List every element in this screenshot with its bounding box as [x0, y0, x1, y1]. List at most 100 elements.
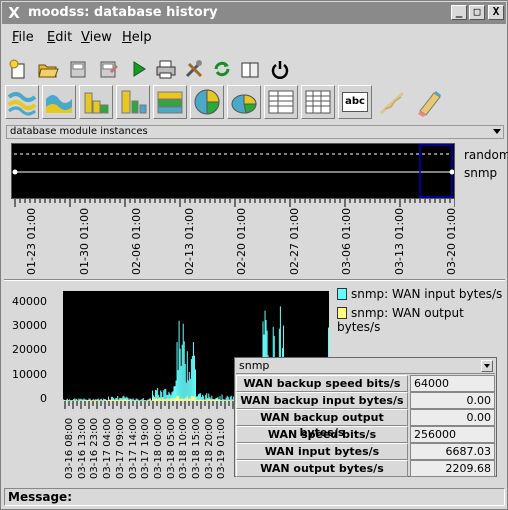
instance-label-random: random [464, 148, 508, 162]
x-tick-label: 03-19 01:00 [216, 417, 228, 479]
input-bar [168, 391, 170, 401]
y-tick-label: 20000 [12, 343, 47, 357]
input-bar [193, 355, 195, 401]
free-text-label: abc [342, 92, 368, 112]
power-icon[interactable] [267, 56, 293, 82]
play-icon[interactable] [125, 56, 151, 82]
x-tick-label: 03-16 23:00 [89, 417, 101, 479]
close-button[interactable]: X [488, 5, 504, 20]
main-window: X moodss: database history _ □ X File Ed… [0, 0, 508, 510]
eraser-icon[interactable] [412, 85, 446, 119]
stacked-bar-icon[interactable] [116, 85, 150, 119]
table-icon[interactable] [264, 85, 298, 119]
menu-help[interactable]: Help [122, 30, 152, 45]
table-row-name: WAN input bytes/s [236, 443, 408, 460]
x-tick-label: 03-18 10:00 [178, 417, 190, 479]
menu-edit[interactable]: Edit [47, 30, 72, 45]
y-tick-label: 10000 [12, 367, 47, 381]
status-bar: Message: [4, 488, 505, 506]
overlap-bar-icon[interactable] [153, 85, 187, 119]
legend-input-swatch [337, 288, 347, 300]
table-row-value: 256000 [410, 426, 495, 443]
table-row[interactable]: WAN backup input bytes/s 0.00 [236, 392, 495, 409]
y-tick-label: 30000 [12, 319, 47, 333]
instances-timeline[interactable] [11, 143, 455, 199]
table-row-value: 0.00 [410, 409, 495, 426]
open-icon[interactable] [35, 56, 61, 82]
tools-icon[interactable] [181, 56, 207, 82]
input-bar [189, 378, 191, 401]
save-icon[interactable] [65, 56, 91, 82]
minimize-button[interactable]: _ [451, 5, 467, 20]
input-bar [188, 372, 190, 401]
input-bar [191, 355, 193, 401]
table-row-value: 6687.03 [410, 443, 495, 460]
table-header[interactable]: snmp [236, 359, 495, 374]
new-icon[interactable] [5, 56, 31, 82]
snmp-start-dot [12, 169, 18, 175]
main-toolbar [5, 56, 305, 82]
x-tick-label: 03-16 08:00 [64, 417, 75, 479]
timeline-tick-label: 03-13 01:00 [392, 207, 406, 275]
input-bar [187, 380, 189, 401]
bar-chart-icon[interactable] [79, 85, 113, 119]
free-text-icon[interactable]: abc [338, 85, 372, 119]
selection-range [419, 144, 453, 198]
input-bar [192, 341, 194, 401]
module-instances-label: database module instances [10, 126, 148, 137]
table-row-name: WAN backup speed bits/s [236, 375, 408, 392]
input-bar [179, 348, 181, 401]
x-tick-label: 03-18 20:00 [203, 417, 215, 479]
viewer-toolbar: abc [5, 85, 465, 121]
table-row[interactable]: WAN output bytes/s 2209.68 [236, 460, 495, 477]
graph-icon[interactable] [5, 85, 39, 119]
print-icon[interactable] [153, 56, 179, 82]
pie-chart-icon[interactable] [190, 85, 224, 119]
chevron-down-icon[interactable] [493, 129, 501, 134]
save-as-icon[interactable] [95, 56, 121, 82]
legend-input[interactable]: snmp: WAN input bytes/s [337, 287, 502, 301]
timeline-axis: 01-23 01:00 01-30 01:00 02-06 01:00 02-13 0… [11, 199, 458, 279]
table-row[interactable]: WAN backup speed bits/s 64000 [236, 375, 495, 392]
table-row[interactable]: WAN input bytes/s 6687.03 [236, 443, 495, 460]
summary-table-icon[interactable] [301, 85, 335, 119]
table-row-value: 2209.68 [410, 460, 495, 477]
x-tick-label: 03-17 14:00 [127, 417, 139, 479]
menu-file[interactable]: File [12, 30, 34, 45]
stacked-graph-icon[interactable] [42, 85, 76, 119]
maximize-button[interactable]: □ [469, 5, 485, 20]
timeline-tick-label: 03-06 01:00 [340, 207, 353, 275]
instance-label-snmp: snmp [464, 166, 498, 180]
timeline-tick-label: 02-13 01:00 [182, 207, 196, 275]
table-row-name: WAN backup input bytes/s [236, 392, 408, 409]
menu-view[interactable]: View [81, 30, 112, 45]
module-instances-bar[interactable]: database module instances [6, 125, 504, 139]
table-row-value: 0.00 [410, 392, 495, 409]
table-row[interactable]: WAN speed bits/s 256000 [236, 426, 495, 443]
book-icon[interactable] [237, 56, 263, 82]
x-tick-label: 03-17 04:00 [102, 417, 114, 479]
title-bar[interactable]: X moodss: database history _ □ X [2, 2, 506, 24]
refresh-icon[interactable] [209, 56, 235, 82]
legend-output[interactable]: snmp: WAN output bytes/s [337, 306, 505, 334]
x-tick-label: 03-18 00:00 [152, 417, 164, 479]
pie-3d-icon[interactable] [227, 85, 261, 119]
window-title: moodss: database history [28, 5, 218, 20]
table-row[interactable]: WAN backup output bytes/s 0.00 [236, 409, 495, 439]
x-tick-label: 03-18 05:00 [165, 417, 177, 479]
draw-icon[interactable] [375, 85, 409, 119]
chevron-down-icon[interactable] [481, 360, 493, 372]
input-bar [174, 386, 176, 401]
x-tick-label: 03-18 15:00 [191, 417, 202, 479]
table-row-name: WAN speed bits/s [236, 426, 408, 443]
timeline-tick-label: 01-30 01:00 [77, 207, 91, 275]
status-label: Message: [8, 490, 72, 504]
separator [4, 279, 505, 281]
input-bar [181, 344, 183, 401]
timeline-tick-label: 01-23 01:00 [25, 207, 38, 275]
x-logo-icon: X [8, 4, 20, 22]
y-tick-label: 0 [40, 391, 47, 405]
input-bar [190, 359, 192, 401]
input-bar [178, 320, 180, 401]
table-row-value: 64000 [410, 375, 495, 392]
